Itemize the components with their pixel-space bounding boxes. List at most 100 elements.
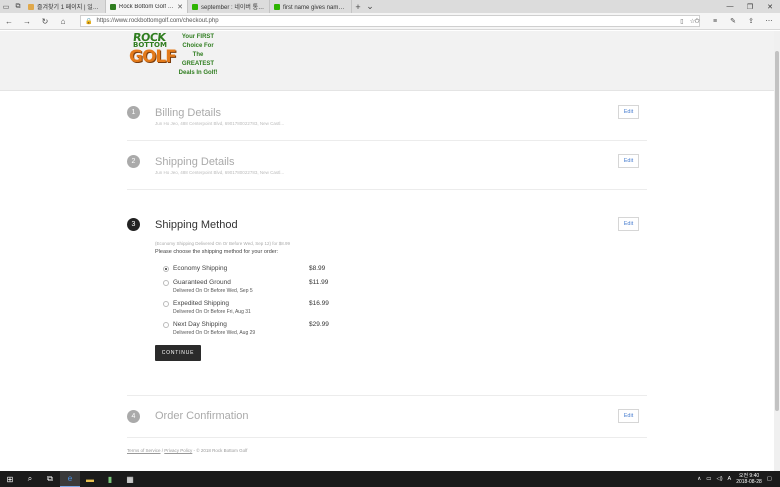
step-number: 1 [127, 106, 140, 119]
tab-favicon [28, 3, 34, 10]
edit-shipping-method-button[interactable]: Edit [618, 217, 639, 231]
tab-preview-icon[interactable]: ⧉ [12, 0, 24, 13]
network-icon[interactable]: ▭ [706, 476, 711, 482]
back-icon[interactable]: ← [0, 17, 18, 26]
site-logo[interactable]: ROCK BOTTOM GOLF [129, 31, 177, 71]
window-menu-icon[interactable]: ▭ [0, 0, 12, 13]
option-price: $11.99 [309, 279, 329, 286]
radio-button[interactable] [163, 301, 169, 307]
tab-favicon [274, 3, 280, 10]
share-icon[interactable]: ⇪ [744, 15, 758, 27]
option-name: Expedited Shipping [173, 300, 230, 307]
selected-shipping-note: (Economy Shipping Delivered On Or Before… [155, 241, 290, 246]
browser-tab-bar: ▭ ⧉ 즐겨찾기 1 페이지 | 일반다 Rock Bottom Golf - … [0, 0, 780, 13]
step-title: Billing Details [155, 107, 222, 119]
option-name: Guaranteed Ground [173, 279, 231, 286]
step-title: Shipping Details [155, 156, 235, 168]
browser-tab-3[interactable]: september : 네이버 통합검 [188, 0, 270, 13]
radio-button[interactable] [163, 280, 169, 286]
lock-icon: 🔒 [85, 18, 93, 25]
close-icon[interactable]: ✕ [760, 0, 780, 13]
shipping-option-next-day[interactable]: Next Day Shipping Delivered On Or Before… [163, 321, 343, 337]
notifications-icon[interactable]: ▢ [767, 476, 772, 482]
new-tab-icon[interactable]: + [352, 0, 364, 13]
close-icon[interactable]: ✕ [177, 3, 183, 11]
scrollbar-thumb[interactable] [775, 51, 779, 411]
forward-icon[interactable]: → [18, 17, 36, 26]
language-indicator[interactable]: A [728, 476, 732, 482]
shipping-prompt: Please choose the shipping method for yo… [155, 249, 279, 255]
step-number: 4 [127, 410, 140, 423]
radio-button[interactable] [163, 322, 169, 328]
step-title: Shipping Method [155, 219, 238, 231]
tab-label: september : 네이버 통합검 [201, 5, 265, 11]
step-number: 3 [127, 218, 140, 231]
option-price: $16.99 [309, 300, 329, 307]
site-tagline: Your FIRST Choice For The GREATEST Deals… [178, 34, 218, 76]
reading-list-icon[interactable]: ≡ [708, 15, 722, 27]
favorites-icon[interactable]: ✩ [690, 15, 704, 27]
calculator-icon[interactable]: ▦ [120, 471, 140, 487]
tab-label: first name gives name 질문 [283, 5, 347, 11]
option-description: Delivered On Or Before Wed, Aug 29 [173, 330, 256, 336]
volume-icon[interactable]: ◁) [716, 476, 722, 482]
continue-button[interactable]: CONTINUE [155, 345, 201, 361]
divider [127, 437, 647, 438]
site-header: ROCK BOTTOM GOLF Your FIRST Choice For T… [0, 31, 774, 91]
shipping-option-ground[interactable]: Guaranteed Ground Delivered On Or Before… [163, 279, 343, 295]
tab-favicon [110, 3, 116, 10]
home-icon[interactable]: ⌂ [54, 17, 72, 26]
checkout-page: ROCK BOTTOM GOLF Your FIRST Choice For T… [0, 31, 774, 471]
url-input[interactable]: 🔒 https://www.rockbottomgolf.com/checkou… [80, 15, 700, 27]
search-icon[interactable]: ⌕ [20, 471, 40, 487]
option-description: Delivered On Or Before Fri, Aug 31 [173, 309, 251, 315]
divider [127, 140, 647, 141]
option-price: $8.99 [309, 265, 326, 272]
chevron-down-icon[interactable]: ⌄ [364, 0, 376, 13]
notes-icon[interactable]: ✎ [726, 15, 740, 27]
tab-label: Rock Bottom Golf - Exp [119, 3, 174, 10]
edit-order-confirmation-button[interactable]: Edit [618, 409, 639, 423]
step-summary: Jun Ho Jeo, 488 Centerpoint Blvd, 690178… [155, 121, 285, 126]
system-tray: ∧ ▭ ◁) A 오전 9:40 2018-08-28 ▢ [697, 473, 780, 485]
tab-label: 즐겨찾기 1 페이지 | 일반다 [37, 5, 101, 11]
reading-view-icon[interactable]: ▯ [680, 18, 683, 25]
option-description: Delivered On Or Before Wed, Sep 5 [173, 288, 253, 294]
terms-link[interactable]: Terms of Service [127, 448, 161, 453]
option-name: Next Day Shipping [173, 321, 227, 328]
edit-billing-button[interactable]: Edit [618, 105, 639, 119]
browser-tab-2[interactable]: Rock Bottom Golf - Exp ✕ [106, 0, 188, 13]
browser-tab-4[interactable]: first name gives name 질문 [270, 0, 352, 13]
divider [127, 189, 647, 190]
copyright-text: - © 2018 Rock Bottom Golf [192, 448, 248, 453]
start-icon[interactable]: ⊞ [0, 471, 20, 487]
step-summary: Jun Ho Jeo, 488 Centerpoint Blvd, 690178… [155, 170, 285, 175]
refresh-icon[interactable]: ↻ [36, 17, 54, 26]
more-icon[interactable]: ⋯ [762, 15, 776, 27]
edit-shipping-details-button[interactable]: Edit [618, 154, 639, 168]
step-title: Order Confirmation [155, 410, 249, 422]
divider [127, 395, 647, 396]
page-scrollbar[interactable] [774, 31, 780, 471]
privacy-link[interactable]: Privacy Policy [164, 448, 192, 453]
url-text: https://www.rockbottomgolf.com/checkout.… [96, 18, 219, 24]
task-view-icon[interactable]: ⧉ [40, 471, 60, 487]
edge-browser-icon[interactable]: e [60, 471, 80, 487]
address-bar-row: ← → ↻ ⌂ 🔒 https://www.rockbottomgolf.com… [0, 13, 780, 30]
clock[interactable]: 오전 9:40 2018-08-28 [736, 473, 762, 485]
minimize-icon[interactable]: — [720, 0, 740, 13]
tab-favicon [192, 3, 198, 10]
shipping-option-expedited[interactable]: Expedited Shipping Delivered On Or Befor… [163, 300, 343, 316]
option-name: Economy Shipping [173, 265, 228, 272]
window-controls: — ❐ ✕ [720, 0, 780, 13]
browser-tab-1[interactable]: 즐겨찾기 1 페이지 | 일반다 [24, 0, 106, 13]
maximize-icon[interactable]: ❐ [740, 0, 760, 13]
app-icon[interactable]: ▮ [100, 471, 120, 487]
page-footer: Terms of Service / Privacy Policy - © 20… [127, 448, 248, 453]
option-price: $29.99 [309, 321, 329, 328]
show-hidden-icon[interactable]: ∧ [697, 476, 701, 482]
file-explorer-icon[interactable]: ▬ [80, 471, 100, 487]
radio-button[interactable] [163, 266, 169, 272]
windows-taskbar: ⊞ ⌕ ⧉ e ▬ ▮ ▦ ∧ ▭ ◁) A 오전 9:40 2018-08-2… [0, 471, 780, 487]
step-number: 2 [127, 155, 140, 168]
